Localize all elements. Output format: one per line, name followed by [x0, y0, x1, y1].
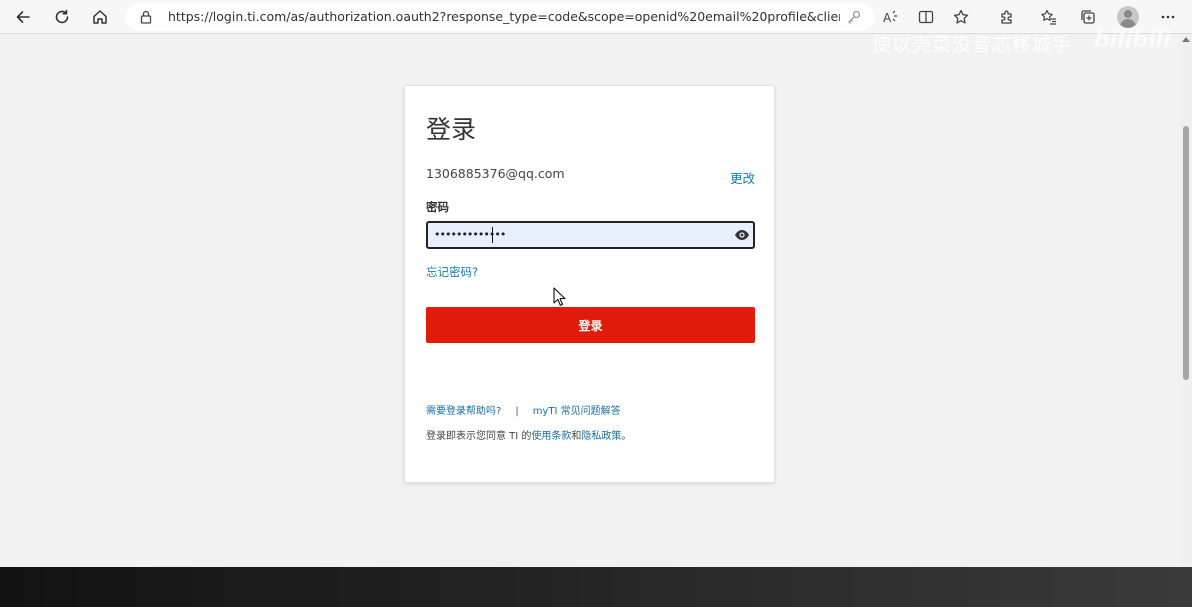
back-arrow-icon[interactable]: [8, 2, 38, 32]
mouse-cursor-icon: [553, 287, 566, 306]
bilibili-logo: bilibili: [1094, 28, 1171, 53]
svg-text:A: A: [883, 11, 892, 25]
terms-prefix: 登录即表示您同意 TI 的: [426, 431, 532, 442]
profile-avatar[interactable]: [1117, 6, 1139, 28]
bottom-dark-band: [0, 567, 1192, 607]
favorite-star-icon[interactable]: [946, 2, 976, 32]
password-input[interactable]: •••••••••••••: [426, 221, 755, 249]
home-icon[interactable]: [85, 2, 115, 32]
text-caret: [492, 227, 493, 243]
scroll-up-arrow-icon[interactable]: [1182, 37, 1190, 42]
scroll-thumb[interactable]: [1183, 126, 1189, 380]
forgot-password-link[interactable]: 忘记密码?: [426, 264, 478, 280]
favorites-icon[interactable]: [1034, 2, 1064, 32]
terms-and: 和: [571, 431, 582, 442]
key-icon[interactable]: [846, 9, 862, 25]
extensions-icon[interactable]: [992, 2, 1022, 32]
password-value: •••••••••••••: [434, 228, 506, 241]
terms-of-use-link[interactable]: 使用条款: [531, 431, 571, 442]
video-watermark-text: 使以壳菜没音芯移城手: [872, 34, 1073, 56]
help-links-row: 需要登录帮助吗? | myTI 常见问题解答: [426, 402, 621, 417]
browser-toolbar: https://login.ti.com/as/authorization.oa…: [0, 0, 1192, 34]
email-display: 1306885376@qq.com: [426, 166, 565, 181]
login-help-link[interactable]: 需要登录帮助吗?: [426, 406, 501, 417]
terms-notice: 登录即表示您同意 TI 的使用条款和隐私政策。: [426, 427, 631, 442]
read-aloud-icon[interactable]: A: [875, 2, 905, 32]
address-bar[interactable]: https://login.ti.com/as/authorization.oa…: [126, 3, 874, 31]
refresh-icon[interactable]: [47, 2, 77, 32]
page-title: 登录: [426, 115, 477, 144]
link-separator: |: [515, 406, 519, 417]
split-screen-icon[interactable]: [911, 2, 941, 32]
password-label: 密码: [426, 200, 449, 214]
terms-suffix: 。: [621, 431, 632, 442]
change-email-link[interactable]: 更改: [730, 168, 755, 187]
signin-button[interactable]: 登录: [426, 307, 755, 343]
show-password-eye-icon[interactable]: [734, 229, 750, 241]
lock-icon[interactable]: [138, 9, 154, 25]
login-card: 登录 1306885376@qq.com 更改 密码 •••••••••••••…: [404, 85, 775, 483]
page-scrollbar[interactable]: [1180, 34, 1192, 567]
privacy-policy-link[interactable]: 隐私政策: [581, 431, 621, 442]
myti-faq-link[interactable]: myTI 常见问题解答: [533, 406, 621, 417]
url-text[interactable]: https://login.ti.com/as/authorization.oa…: [168, 9, 840, 25]
